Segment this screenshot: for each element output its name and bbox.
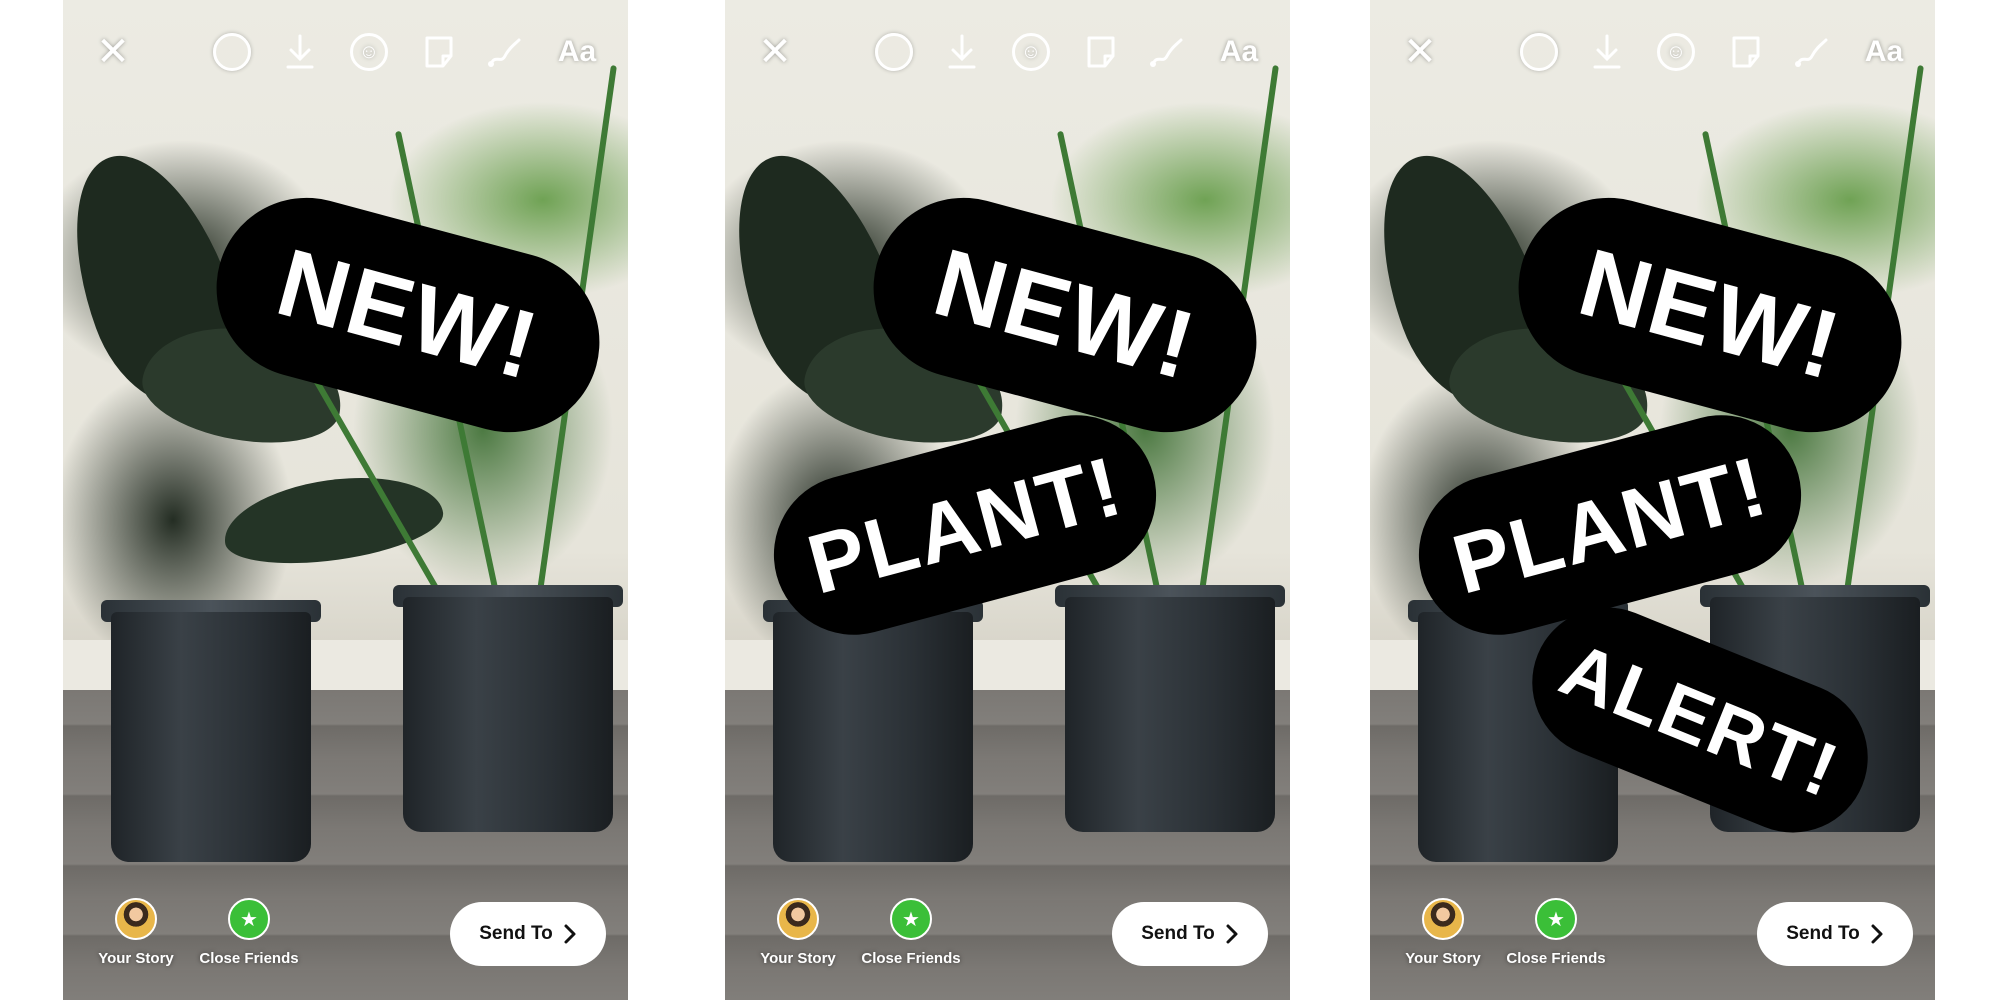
your-story-button[interactable]: Your Story — [743, 898, 853, 967]
close-icon[interactable]: ✕ — [93, 28, 133, 76]
right-pot — [1065, 597, 1275, 832]
share-bar: Your Story ★ Close Friends Send To — [63, 870, 628, 1000]
close-friends-button[interactable]: ★ Close Friends — [1501, 898, 1611, 967]
circle-icon[interactable] — [208, 28, 256, 76]
star-icon: ★ — [890, 898, 932, 940]
story-toolbar: ✕ ☺ Aa — [63, 28, 628, 76]
circle-icon[interactable] — [870, 28, 918, 76]
draw-icon[interactable] — [1790, 28, 1834, 76]
story-toolbar: ✕ ☺ Aa — [1370, 28, 1935, 76]
circle-icon[interactable] — [1515, 28, 1563, 76]
sticker-icon[interactable] — [419, 28, 459, 76]
download-icon[interactable] — [280, 28, 320, 76]
your-story-label: Your Story — [1405, 950, 1481, 967]
your-story-button[interactable]: Your Story — [1388, 898, 1498, 967]
story-screen-2: ✕ ☺ Aa NEW! PLANT! Your Story ★ Close Fr… — [725, 0, 1290, 1000]
download-icon[interactable] — [942, 28, 982, 76]
text-tool-button[interactable]: Aa — [1211, 28, 1267, 76]
close-friends-label: Close Friends — [199, 950, 299, 967]
left-pot — [111, 612, 311, 862]
face-sticker-icon[interactable]: ☺ — [1007, 28, 1055, 76]
close-friends-label: Close Friends — [1506, 950, 1606, 967]
right-pot — [403, 597, 613, 832]
draw-icon[interactable] — [483, 28, 527, 76]
share-bar: Your Story ★ Close Friends Send To — [725, 870, 1290, 1000]
close-friends-label: Close Friends — [861, 950, 961, 967]
star-icon: ★ — [1535, 898, 1577, 940]
send-to-button[interactable]: Send To — [1757, 902, 1913, 966]
close-friends-button[interactable]: ★ Close Friends — [194, 898, 304, 967]
rubber-plant-leaf — [218, 465, 448, 575]
star-icon: ★ — [228, 898, 270, 940]
text-tool-button[interactable]: Aa — [549, 28, 605, 76]
chevron-right-icon — [1871, 924, 1883, 944]
your-story-label: Your Story — [98, 950, 174, 967]
draw-icon[interactable] — [1145, 28, 1189, 76]
left-pot — [773, 612, 973, 862]
story-toolbar: ✕ ☺ Aa — [725, 28, 1290, 76]
avatar — [115, 898, 157, 940]
send-to-label: Send To — [1786, 923, 1860, 944]
text-tool-button[interactable]: Aa — [1856, 28, 1912, 76]
chevron-right-icon — [564, 924, 576, 944]
face-sticker-icon[interactable]: ☺ — [1652, 28, 1700, 76]
story-screen-3: ✕ ☺ Aa NEW! PLANT! ALERT! Your Story ★ C… — [1370, 0, 1935, 1000]
face-sticker-icon[interactable]: ☺ — [345, 28, 393, 76]
send-to-button[interactable]: Send To — [450, 902, 606, 966]
your-story-label: Your Story — [760, 950, 836, 967]
avatar — [777, 898, 819, 940]
send-to-label: Send To — [1141, 923, 1215, 944]
sticker-icon[interactable] — [1726, 28, 1766, 76]
sticker-icon[interactable] — [1081, 28, 1121, 76]
story-screen-1: ✕ ☺ Aa NEW! Your Story ★ Close Friends S… — [63, 0, 628, 1000]
avatar — [1422, 898, 1464, 940]
download-icon[interactable] — [1587, 28, 1627, 76]
share-bar: Your Story ★ Close Friends Send To — [1370, 870, 1935, 1000]
close-friends-button[interactable]: ★ Close Friends — [856, 898, 966, 967]
chevron-right-icon — [1226, 924, 1238, 944]
close-icon[interactable]: ✕ — [755, 28, 795, 76]
send-to-button[interactable]: Send To — [1112, 902, 1268, 966]
your-story-button[interactable]: Your Story — [81, 898, 191, 967]
close-icon[interactable]: ✕ — [1400, 28, 1440, 76]
send-to-label: Send To — [479, 923, 553, 944]
